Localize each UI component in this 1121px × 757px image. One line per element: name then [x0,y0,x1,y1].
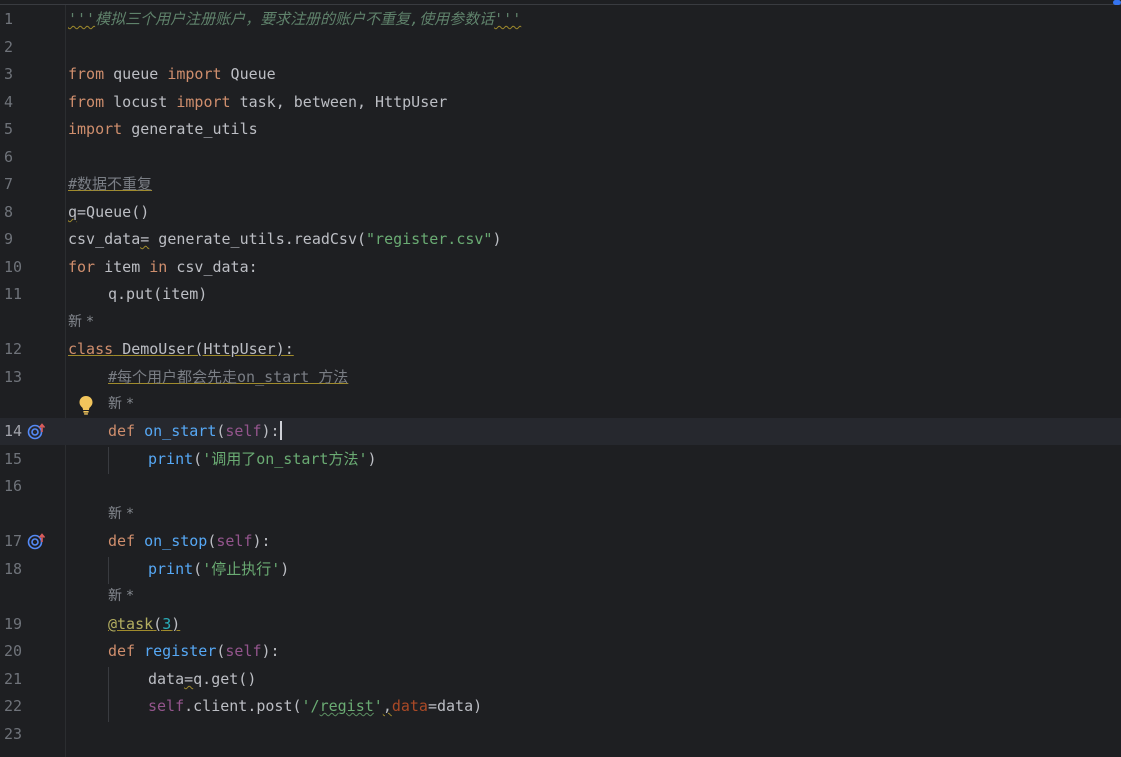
code-line[interactable]: 5 import generate_utils [0,116,1121,143]
line-number: 16 [4,477,23,495]
line-code: from locust import task, between, HttpUs… [68,93,448,111]
editor-top-border [0,0,1121,5]
line-number: 11 [4,285,23,303]
override-method-icon[interactable] [27,423,47,440]
line-number: 18 [4,560,23,578]
line-number: 9 [4,230,14,248]
code-editor[interactable]: 1 '''模拟三个用户注册账户，要求注册的账户不重复,使用参数话''' 2 3 … [0,0,1121,757]
line-code: csv_data= generate_utils.readCsv("regist… [68,230,502,248]
code-line-current[interactable]: 14 def on_start(self): [0,418,1121,445]
code-line[interactable]: 18 print('停止执行') [0,556,1121,583]
code-line[interactable]: 3 from queue import Queue [0,61,1121,88]
code-line[interactable]: 20 def register(self): [0,638,1121,665]
line-code: def register(self): [108,642,280,660]
line-code: self.client.post('/regist',data=data) [148,697,483,715]
line-code: class DemoUser(HttpUser): [68,340,294,358]
lightbulb-icon[interactable] [77,395,95,415]
line-number: 4 [4,93,14,111]
line-number: 12 [4,340,23,358]
line-code: @task(3) [108,615,181,633]
line-code: import generate_utils [68,120,258,138]
line-number: 5 [4,120,14,138]
code-line[interactable]: 4 from locust import task, between, Http… [0,89,1121,116]
author-hint[interactable]: 新 * [68,309,93,336]
scrollbar-thumb[interactable] [1113,0,1121,5]
code-line[interactable]: 17 def on_stop(self): [0,528,1121,555]
author-hint[interactable]: 新 * [108,583,133,610]
line-code: from queue import Queue [68,65,276,83]
line-code: print('停止执行') [148,560,290,578]
code-line[interactable]: 19 @task(3) [0,611,1121,638]
line-number: 3 [4,65,14,83]
line-number: 15 [4,450,23,468]
code-vision-hint[interactable]: 新 * [0,309,1121,336]
line-number: 10 [4,258,23,276]
line-code: for item in csv_data: [68,258,258,276]
code-line[interactable]: 12 class DemoUser(HttpUser): [0,336,1121,363]
code-line[interactable]: 10 for item in csv_data: [0,254,1121,281]
code-line[interactable]: 2 [0,34,1121,61]
line-number: 6 [4,148,14,166]
line-number: 8 [4,203,14,221]
code-line[interactable]: 23 [0,721,1121,748]
code-line[interactable]: 1 '''模拟三个用户注册账户，要求注册的账户不重复,使用参数话''' [0,6,1121,33]
line-code: #每个用户都会先走on_start 方法 [108,368,349,386]
code-line[interactable]: 22 self.client.post('/regist',data=data) [0,693,1121,720]
line-number: 19 [4,615,23,633]
line-code: q.put(item) [108,285,208,303]
line-number: 20 [4,642,23,660]
code-vision-hint[interactable]: 新 * [0,391,1121,418]
code-line[interactable]: 9 csv_data= generate_utils.readCsv("regi… [0,226,1121,253]
code-line[interactable]: 15 print('调用了on_start方法') [0,446,1121,473]
code-vision-hint[interactable]: 新 * [0,583,1121,610]
line-code: def on_start(self): [108,421,282,440]
line-number: 13 [4,368,23,386]
code-line[interactable]: 8 q=Queue() [0,199,1121,226]
line-code: def on_stop(self): [108,532,271,550]
line-number: 1 [4,10,14,28]
line-number: 22 [4,697,23,715]
line-code: data=q.get() [148,670,257,688]
line-code: '''模拟三个用户注册账户，要求注册的账户不重复,使用参数话''' [68,10,522,28]
code-vision-hint[interactable]: 新 * [0,501,1121,528]
override-method-icon[interactable] [27,533,47,550]
text-caret [279,421,282,440]
author-hint[interactable]: 新 * [108,501,133,528]
code-line[interactable]: 11 q.put(item) [0,281,1121,308]
line-code: q=Queue() [68,203,150,221]
code-line[interactable]: 16 [0,473,1121,500]
author-hint[interactable]: 新 * [108,391,133,418]
line-number: 23 [4,725,23,743]
line-number: 2 [4,38,14,56]
line-code: #数据不重复 [68,175,153,193]
code-line[interactable]: 6 [0,144,1121,171]
code-line[interactable]: 13 #每个用户都会先走on_start 方法 [0,364,1121,391]
line-number: 21 [4,670,23,688]
line-code: print('调用了on_start方法') [148,450,377,468]
code-line[interactable]: 21 data=q.get() [0,666,1121,693]
line-number: 7 [4,175,14,193]
code-line[interactable]: 7 #数据不重复 [0,171,1121,198]
